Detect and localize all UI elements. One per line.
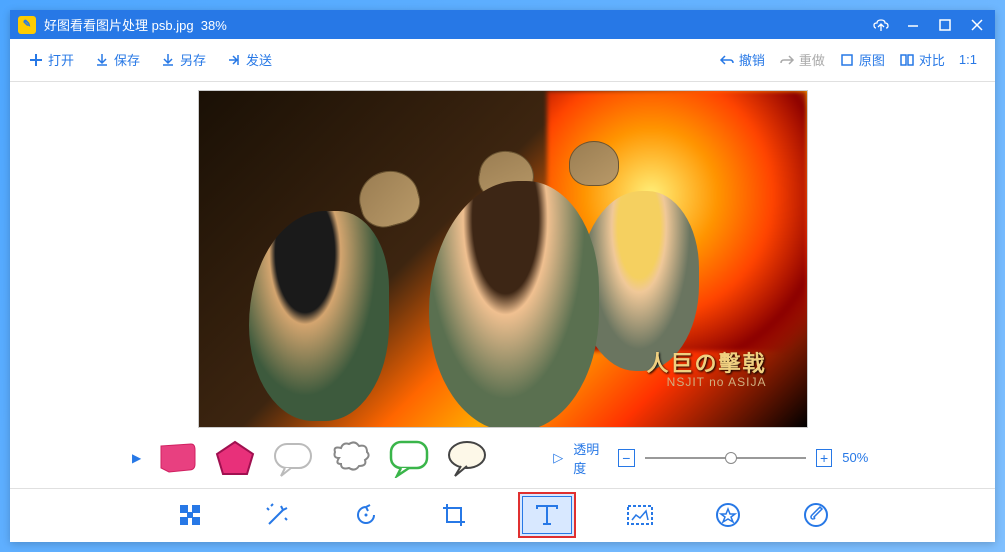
opacity-slider[interactable] (645, 457, 806, 459)
ratio-button[interactable]: 1:1 (959, 52, 977, 67)
toolbar-left: 打开 保存 另存 发送 (28, 50, 272, 69)
compare-button[interactable]: 对比 (899, 50, 945, 69)
download-icon (94, 52, 110, 68)
undo-button[interactable]: 撤销 (719, 50, 765, 69)
image-subtitle-overlay: NSJIT no ASIJA (667, 375, 767, 389)
opacity-label: 透明度 (573, 439, 608, 477)
toolbar-right: 撤销 重做 原图 对比 1:1 (719, 50, 977, 69)
share-icon (226, 52, 242, 68)
maximize-button[interactable] (935, 15, 955, 35)
bubble-shape-flag[interactable] (155, 437, 199, 479)
chevron-right-icon[interactable]: ▷ (553, 450, 563, 466)
image-preview[interactable]: 人巨の擊戟 NSJIT no ASIJA (198, 90, 808, 428)
chevron-right-icon[interactable]: ▶ (132, 451, 141, 465)
minimize-button[interactable] (903, 15, 923, 35)
canvas-area: 人巨の擊戟 NSJIT no ASIJA (10, 82, 995, 428)
tool-magic[interactable] (254, 495, 302, 535)
undo-icon (719, 52, 735, 68)
tool-star[interactable] (704, 495, 752, 535)
bubble-shape-rounded[interactable] (271, 437, 315, 479)
anime-character (249, 211, 389, 421)
opacity-control: ▷ 透明度 − + 50% (553, 439, 868, 477)
tool-resize[interactable] (166, 495, 214, 535)
tool-rotate[interactable] (342, 495, 390, 535)
app-icon: ✎ (18, 16, 36, 34)
bubble-shape-pentagon[interactable] (213, 437, 257, 479)
cloud-icon[interactable] (871, 15, 891, 35)
redo-icon (779, 52, 795, 68)
window-controls (871, 15, 987, 35)
opacity-increase-button[interactable]: + (816, 449, 832, 467)
main-toolbar: 打开 保存 另存 发送 撤销 重做 (10, 39, 995, 82)
tool-frame[interactable] (616, 495, 664, 535)
download-alt-icon (160, 52, 176, 68)
opacity-value: 50% (842, 450, 868, 465)
bottom-toolbar (10, 488, 995, 542)
redo-button[interactable]: 重做 (779, 50, 825, 69)
app-window: ✎ 好图看看图片处理 psb.jpg 38% 打开 (10, 10, 995, 542)
square-icon (839, 52, 855, 68)
anime-character (429, 181, 599, 428)
save-button[interactable]: 保存 (94, 50, 140, 69)
opacity-decrease-button[interactable]: − (618, 449, 634, 467)
send-button[interactable]: 发送 (226, 50, 272, 69)
anime-equipment (569, 141, 619, 186)
bubble-shape-speech-cream[interactable] (445, 437, 489, 479)
bubble-shape-speech-green[interactable] (387, 437, 431, 479)
slider-thumb[interactable] (725, 452, 737, 464)
close-button[interactable] (967, 15, 987, 35)
tool-brush[interactable] (792, 495, 840, 535)
plus-icon (28, 52, 44, 68)
bubble-shape-cloud[interactable] (329, 437, 373, 479)
image-title-overlay: 人巨の擊戟 (646, 346, 766, 378)
tool-text[interactable] (518, 492, 576, 538)
open-button[interactable]: 打开 (28, 50, 74, 69)
bubble-shapes-row: ▶ ▷ 透明度 − + 50% (10, 428, 995, 488)
window-title: 好图看看图片处理 psb.jpg 38% (44, 15, 861, 34)
titlebar: ✎ 好图看看图片处理 psb.jpg 38% (10, 10, 995, 39)
save-as-button[interactable]: 另存 (160, 50, 206, 69)
original-button[interactable]: 原图 (839, 50, 885, 69)
tool-crop[interactable] (430, 495, 478, 535)
compare-icon (899, 52, 915, 68)
